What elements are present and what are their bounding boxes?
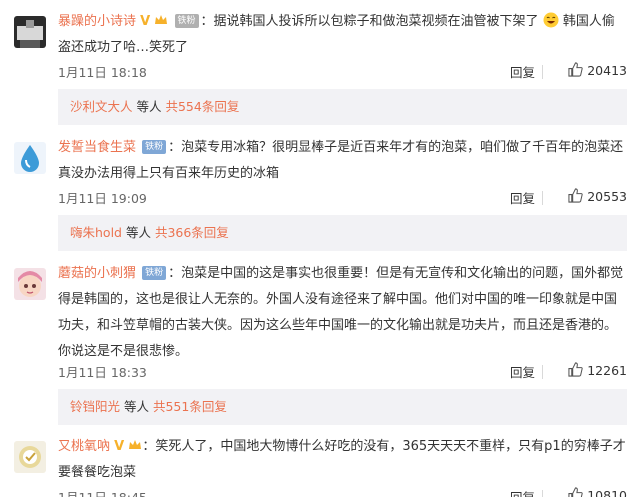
comment-body: ：据说韩国人投诉所以包粽子和做泡菜视频在油管被下架了 (200, 14, 539, 29)
sub-reply-mid: 等人 (120, 399, 153, 414)
like-count: 20413 (587, 63, 627, 78)
like-count: 10810 (587, 488, 627, 497)
timestamp: 1月11日 18:33 (58, 365, 147, 380)
sub-reply-mid: 等人 (132, 99, 166, 114)
thumbs-up-icon (568, 62, 583, 77)
fan-badge: 铁粉 (142, 140, 167, 154)
like-button[interactable]: 10810 (568, 487, 627, 497)
timestamp: 1月11日 18:18 (58, 65, 147, 80)
timestamp: 1月11日 18:45 (58, 487, 147, 497)
divider (542, 191, 543, 205)
comment-feed: 暴躁的小诗诗 V 铁粉 ：据说韩国人投诉所以包粽子和做泡菜视频在油管被下架了 韩国… (0, 0, 641, 497)
sub-reply-bar[interactable]: 沙利文大人 等人 共554条回复 (58, 89, 627, 125)
comment-text: 发誓当食生菜 铁粉 ：泡菜专用冰箱？很明显棒子是近百来年才有的泡菜，咱们做了千百年… (58, 135, 627, 187)
comment-meta: 1月11日 18:45 回复 10810 (58, 487, 627, 497)
crown-icon (155, 15, 168, 24)
crown-icon (129, 440, 142, 449)
username-link[interactable]: 蘑菇的小刺猬 (58, 266, 136, 281)
avatar[interactable] (14, 16, 46, 48)
sub-reply-user[interactable]: 沙利文大人 (70, 99, 133, 114)
username-link[interactable]: 又桃氧吶 (58, 439, 110, 454)
comment-meta: 1月11日 19:09 回复 20553 (58, 188, 627, 208)
comment-meta: 1月11日 18:33 回复 12261 (58, 362, 627, 382)
laughing-emoji-icon (543, 12, 559, 28)
timestamp: 1月11日 19:09 (58, 191, 147, 206)
thumbs-up-icon (568, 188, 583, 203)
sub-reply-bar[interactable]: 嗨朱hold 等人 共366条回复 (58, 215, 627, 251)
fan-badge: 铁粉 (142, 266, 167, 280)
username-link[interactable]: 发誓当食生菜 (58, 140, 136, 155)
divider (542, 365, 543, 379)
comment-text: 又桃氧吶 V ：笑死人了，中国地大物博什么好吃的没有，365天天天不重样，只有p… (58, 434, 627, 486)
reply-button[interactable]: 回复 (510, 188, 535, 207)
comment-text: 暴躁的小诗诗 V 铁粉 ：据说韩国人投诉所以包粽子和做泡菜视频在油管被下架了 韩国… (58, 9, 627, 61)
like-button[interactable]: 12261 (568, 362, 627, 378)
sub-reply-user[interactable]: 铃铛阳光 (70, 399, 120, 414)
avatar[interactable] (14, 142, 46, 174)
divider (542, 65, 543, 79)
like-button[interactable]: 20553 (568, 188, 627, 204)
thumbs-up-icon (568, 487, 583, 497)
sub-reply-count[interactable]: 共554条回复 (165, 99, 239, 114)
reply-button[interactable]: 回复 (510, 487, 535, 497)
sub-reply-count[interactable]: 共551条回复 (153, 399, 227, 414)
comment-body: ：笑死人了，中国地大物博什么好吃的没有，365天天天不重样，只有p1的穷棒子才要… (58, 439, 626, 480)
avatar[interactable] (14, 268, 46, 300)
divider (542, 490, 543, 497)
like-count: 20553 (587, 189, 627, 204)
avatar[interactable] (14, 441, 46, 473)
verified-v-icon: V (140, 14, 151, 29)
thumbs-up-icon (568, 362, 583, 377)
sub-reply-bar[interactable]: 铃铛阳光 等人 共551条回复 (58, 389, 627, 425)
reply-button[interactable]: 回复 (510, 62, 535, 81)
sub-reply-user[interactable]: 嗨朱hold (70, 225, 122, 240)
comment-meta: 1月11日 18:18 回复 20413 (58, 62, 627, 82)
verified-v-icon: V (114, 439, 125, 454)
comment-text: 蘑菇的小刺猬 铁粉 ：泡菜是中国的这是事实也很重要！但是有无宣传和文化输出的问题，… (58, 261, 627, 365)
like-button[interactable]: 20413 (568, 62, 627, 78)
fan-badge: 铁粉 (174, 14, 199, 28)
like-count: 12261 (587, 363, 627, 378)
sub-reply-count[interactable]: 共366条回复 (155, 225, 229, 240)
username-link[interactable]: 暴躁的小诗诗 (58, 14, 136, 29)
sub-reply-mid: 等人 (121, 225, 155, 240)
reply-button[interactable]: 回复 (510, 362, 535, 381)
